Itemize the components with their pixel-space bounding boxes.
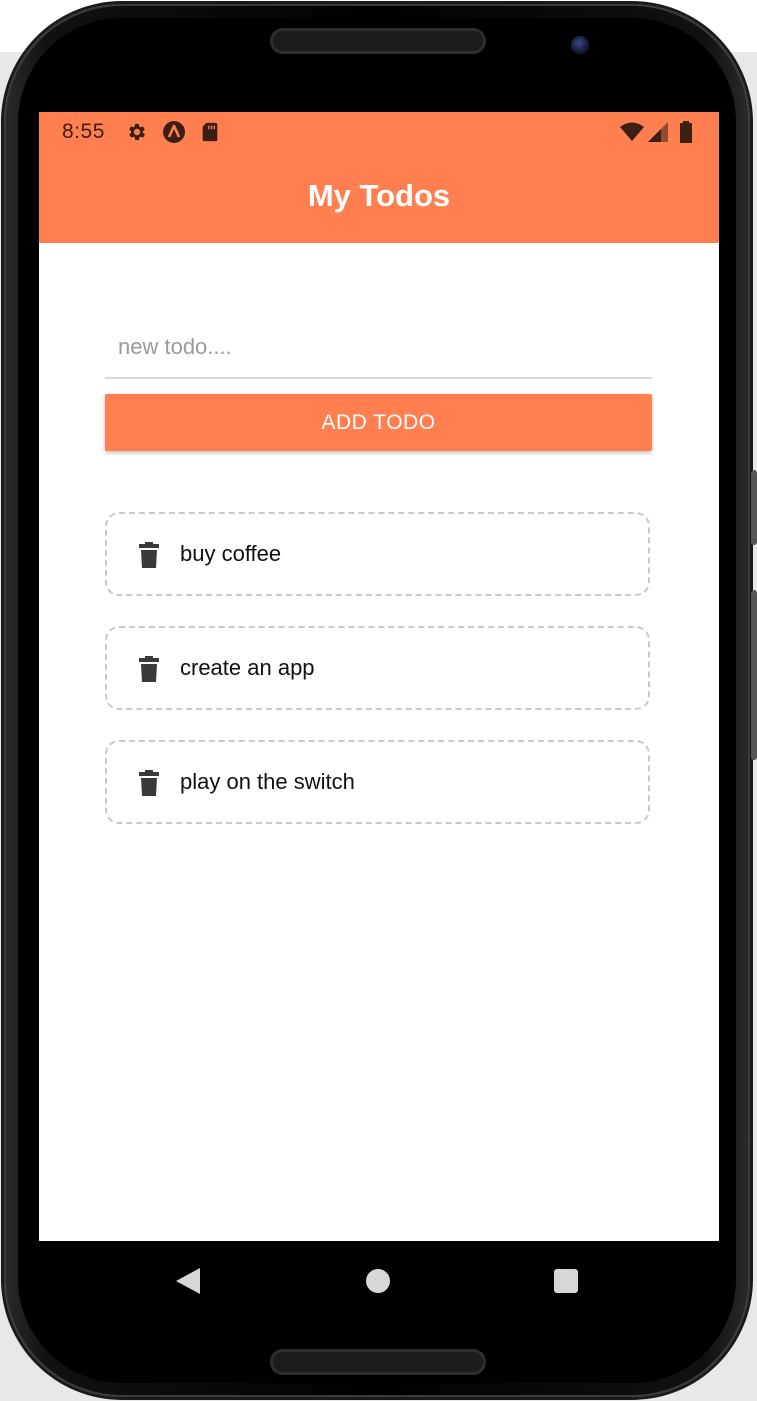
sd-card-icon: [202, 122, 218, 142]
navigation-bar: [39, 1241, 719, 1321]
status-bar: 8:55: [39, 112, 719, 152]
trash-icon[interactable]: [138, 542, 160, 568]
bottom-speaker: [270, 1349, 486, 1375]
cellular-signal-icon: [648, 122, 668, 142]
home-icon[interactable]: [366, 1269, 390, 1293]
todo-item: create an app: [105, 626, 650, 710]
todo-text: create an app: [180, 655, 315, 680]
status-time: 8:55: [62, 120, 105, 143]
todo-text: buy coffee: [180, 541, 282, 566]
volume-button: [751, 470, 757, 545]
todo-text: play on the switch: [180, 769, 355, 794]
app-notification-icon: [163, 121, 185, 143]
back-icon[interactable]: [176, 1268, 200, 1294]
todo-item: buy coffee: [105, 512, 650, 596]
recent-apps-icon[interactable]: [554, 1269, 578, 1293]
app-title: My Todos: [307, 178, 451, 213]
todo-item: play on the switch: [105, 740, 650, 824]
wifi-icon: [620, 122, 644, 141]
battery-icon: [680, 121, 692, 143]
new-todo-field: [105, 324, 652, 379]
trash-icon[interactable]: [138, 656, 160, 682]
app-bar: 8:55 My Todos: [39, 112, 719, 243]
new-todo-input[interactable]: [105, 324, 652, 369]
app-screen: 8:55 My Todos new todo.... ADD TODO buy …: [39, 112, 719, 1241]
earpiece-speaker: [270, 28, 486, 54]
add-todo-button[interactable]: ADD TODO: [105, 394, 652, 451]
power-button: [751, 590, 757, 760]
front-camera: [571, 36, 589, 54]
trash-icon[interactable]: [138, 770, 160, 796]
settings-icon: [129, 123, 145, 141]
